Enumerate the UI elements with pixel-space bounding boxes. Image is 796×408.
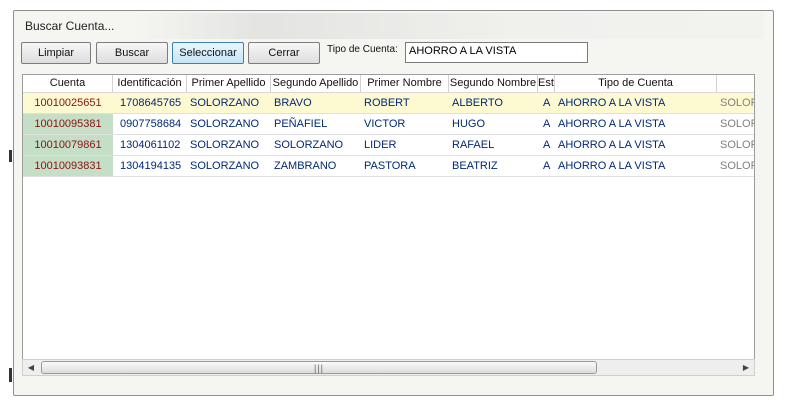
header-segundo-nombre[interactable]: Segundo Nombre: [449, 75, 538, 92]
cell-primer-apellido: SOLORZANO: [190, 118, 260, 130]
cell-extra: SOLOR: [720, 160, 755, 172]
cell-est: A: [543, 118, 551, 130]
cell-est: A: [543, 97, 551, 109]
buscar-button[interactable]: Buscar: [96, 42, 168, 64]
table-row[interactable]: 10010025651 1708645765 SOLORZANO BRAVO R…: [23, 93, 754, 114]
cell-primer-nombre: ROBERT: [364, 97, 410, 109]
cell-extra: SOLOR: [720, 139, 755, 151]
cell-identificacion: 1708645765: [120, 97, 182, 109]
header-est[interactable]: Est.: [538, 75, 555, 92]
cell-identificacion: 0907758684: [120, 118, 182, 130]
dialog-title: Buscar Cuenta...: [25, 19, 115, 33]
cell-cuenta: 10010025651: [23, 93, 113, 113]
cell-tipo-cuenta: AHORRO A LA VISTA: [558, 160, 666, 172]
table-row[interactable]: 10010093831 1304194135 SOLORZANO ZAMBRAN…: [23, 156, 754, 177]
grid-header: Cuenta Identificación Primer Apellido Se…: [23, 75, 754, 93]
cell-primer-nombre: LIDER: [364, 139, 397, 151]
header-primer-nombre[interactable]: Primer Nombre: [361, 75, 449, 92]
grip-icon: |||: [313, 362, 324, 373]
header-tipo-cuenta[interactable]: Tipo de Cuenta: [555, 75, 717, 92]
cell-segundo-apellido: BRAVO: [274, 97, 312, 109]
cell-cuenta: 10010095381: [23, 114, 113, 134]
cell-segundo-nombre: BEATRIZ: [452, 160, 498, 172]
cell-cuenta: 10010079861: [23, 135, 113, 155]
cell-identificacion: 1304194135: [120, 160, 182, 172]
header-primer-apellido[interactable]: Primer Apellido: [187, 75, 271, 92]
cell-segundo-nombre: ALBERTO: [452, 97, 503, 109]
table-row[interactable]: 10010079861 1304061102 SOLORZANO SOLORZA…: [23, 135, 754, 156]
cell-tipo-cuenta: AHORRO A LA VISTA: [558, 139, 666, 151]
cell-extra: SOLOR: [720, 97, 755, 109]
cell-segundo-nombre: RAFAEL: [452, 139, 495, 151]
scroll-left-icon[interactable]: ◀: [23, 360, 39, 375]
limpiar-button[interactable]: Limpiar: [21, 42, 91, 64]
cell-primer-apellido: SOLORZANO: [190, 160, 260, 172]
scrollbar-thumb[interactable]: |||: [41, 361, 597, 374]
cell-segundo-nombre: HUGO: [452, 118, 485, 130]
cell-segundo-apellido: SOLORZANO: [274, 139, 344, 151]
cell-segundo-apellido: PEÑAFIEL: [274, 118, 328, 130]
header-extra[interactable]: [717, 75, 754, 92]
tipo-cuenta-field[interactable]: AHORRO A LA VISTA: [405, 42, 588, 63]
cell-est: A: [543, 139, 551, 151]
accounts-grid: Cuenta Identificación Primer Apellido Se…: [22, 74, 755, 369]
window-edge-shadow: [9, 150, 12, 162]
table-row[interactable]: 10010095381 0907758684 SOLORZANO PEÑAFIE…: [23, 114, 754, 135]
window-edge-shadow: [9, 368, 12, 382]
horizontal-scrollbar[interactable]: ◀ ||| ▶: [22, 359, 755, 376]
cell-cuenta: 10010093831: [23, 156, 113, 176]
seleccionar-button[interactable]: Seleccionar: [172, 42, 244, 64]
cell-primer-apellido: SOLORZANO: [190, 97, 260, 109]
cell-primer-nombre: VICTOR: [364, 118, 406, 130]
cell-primer-apellido: SOLORZANO: [190, 139, 260, 151]
cell-segundo-apellido: ZAMBRANO: [274, 160, 337, 172]
cerrar-button[interactable]: Cerrar: [248, 42, 320, 64]
header-segundo-apellido[interactable]: Segundo Apellido: [271, 75, 361, 92]
cell-tipo-cuenta: AHORRO A LA VISTA: [558, 118, 666, 130]
cell-primer-nombre: PASTORA: [364, 160, 416, 172]
buscar-cuenta-dialog: Buscar Cuenta... Limpiar Buscar Seleccio…: [13, 10, 774, 396]
scroll-right-icon[interactable]: ▶: [738, 360, 754, 375]
tipo-cuenta-label: Tipo de Cuenta:: [327, 44, 398, 55]
cell-tipo-cuenta: AHORRO A LA VISTA: [558, 97, 666, 109]
cell-identificacion: 1304061102: [120, 139, 181, 151]
header-cuenta[interactable]: Cuenta: [23, 75, 113, 92]
titlebar-decoration: [134, 13, 764, 39]
cell-extra: SOLOR: [720, 118, 755, 130]
cell-est: A: [543, 160, 551, 172]
header-identificacion[interactable]: Identificación: [113, 75, 187, 92]
